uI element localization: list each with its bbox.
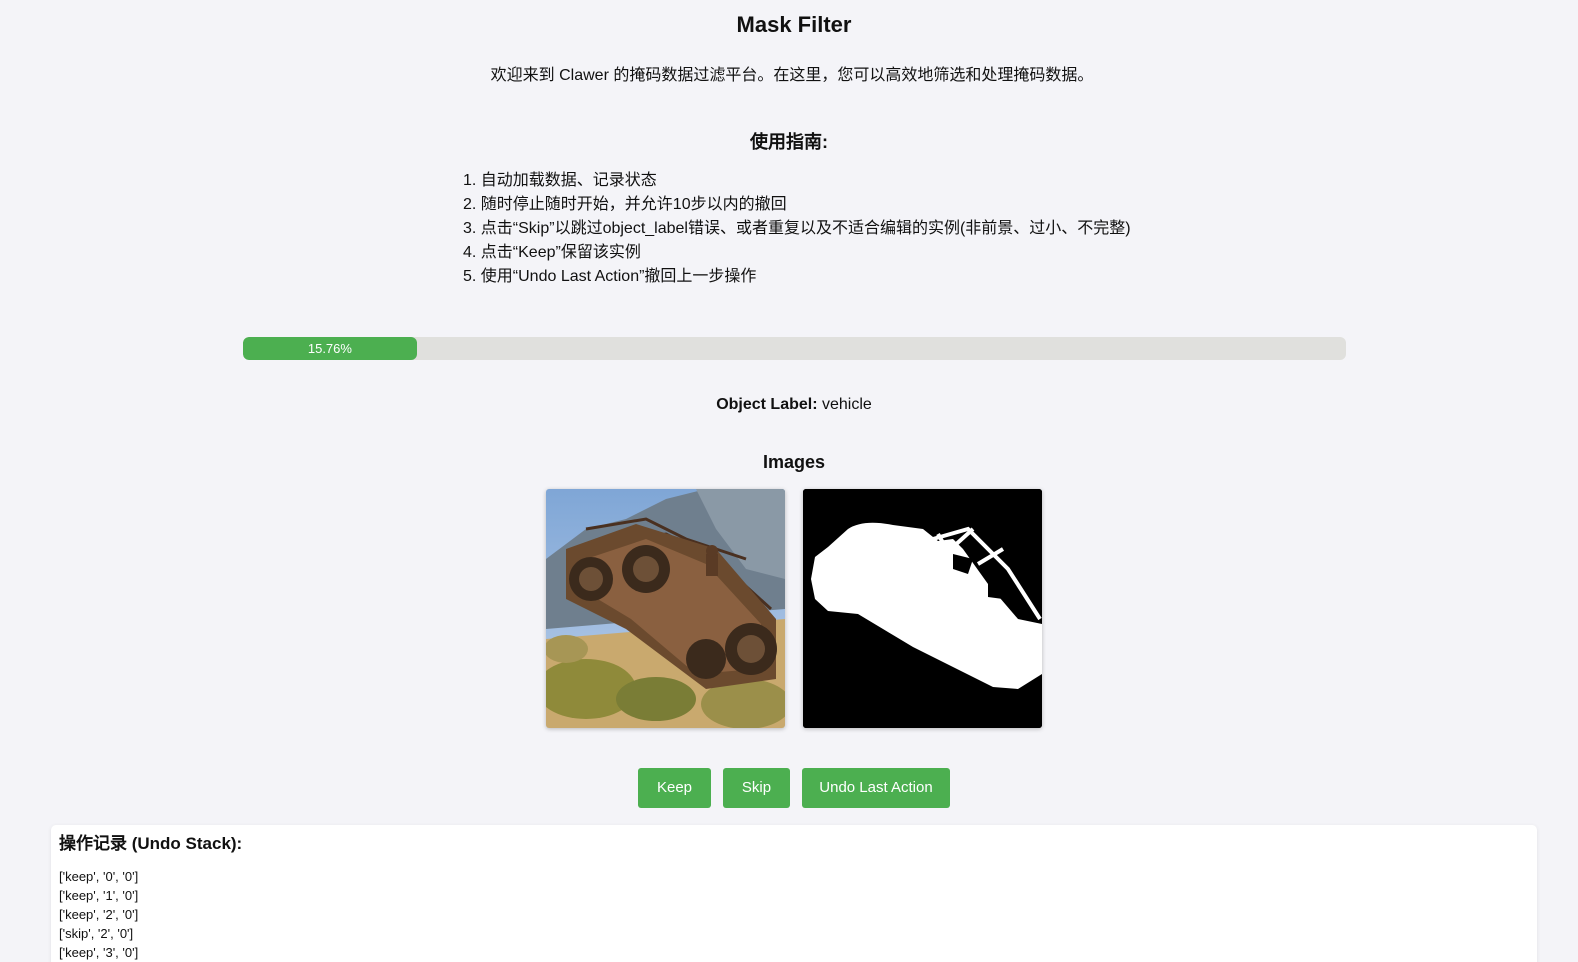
guide-title: 使用指南: xyxy=(750,132,828,152)
guide-list: 1. 自动加载数据、记录状态 2. 随时停止随时开始，并允许10步以内的撤回 3… xyxy=(463,169,1131,289)
images-title: Images xyxy=(762,452,826,472)
guide-item: 1. 自动加载数据、记录状态 xyxy=(463,172,657,189)
undo-stack-entry: ['keep', '2', '0'] xyxy=(59,907,139,922)
keep-button[interactable]: Keep xyxy=(638,768,711,808)
guide-item: 2. 随时停止随时开始，并允许10步以内的撤回 xyxy=(463,196,787,213)
undo-stack-panel: 操作记录 (Undo Stack): ['keep', '0', '0'] ['… xyxy=(51,825,1537,962)
progress-bar: 15.76% xyxy=(243,337,1346,360)
object-label-value: vehicle xyxy=(822,396,872,413)
welcome-text: 欢迎来到 Clawer 的掩码数据过滤平台。在这里，您可以高效地筛选和处理掩码数… xyxy=(490,67,1094,84)
guide-item: 3. 点击“Skip”以跳过object_label错误、或者重复以及不适合编辑… xyxy=(463,220,1131,237)
undo-stack-entry: ['skip', '2', '0'] xyxy=(59,926,134,941)
object-label: Object Label: vehicle xyxy=(0,394,1578,416)
mask-image xyxy=(803,489,1042,728)
page: Mask Filter 欢迎来到 Clawer 的掩码数据过滤平台。在这里，您可… xyxy=(0,0,1578,962)
undo-stack-entry: ['keep', '3', '0'] xyxy=(59,945,139,960)
undo-last-action-button[interactable]: Undo Last Action xyxy=(802,768,950,808)
object-label-key: Object Label: xyxy=(716,396,818,413)
undo-stack-entry: ['keep', '0', '0'] xyxy=(59,869,139,884)
skip-button[interactable]: Skip xyxy=(723,768,790,808)
original-image xyxy=(546,489,785,728)
undo-stack-entry: ['keep', '1', '0'] xyxy=(59,888,139,903)
guide-item: 4. 点击“Keep”保留该实例 xyxy=(463,244,641,261)
undo-stack-list: ['keep', '0', '0'] ['keep', '1', '0'] ['… xyxy=(59,867,138,962)
undo-stack-title: 操作记录 (Undo Stack): xyxy=(59,834,243,853)
page-title: Mask Filter xyxy=(736,12,852,37)
progress-fill: 15.76% xyxy=(243,337,417,360)
guide-item: 5. 使用“Undo Last Action”撤回上一步操作 xyxy=(463,268,757,285)
